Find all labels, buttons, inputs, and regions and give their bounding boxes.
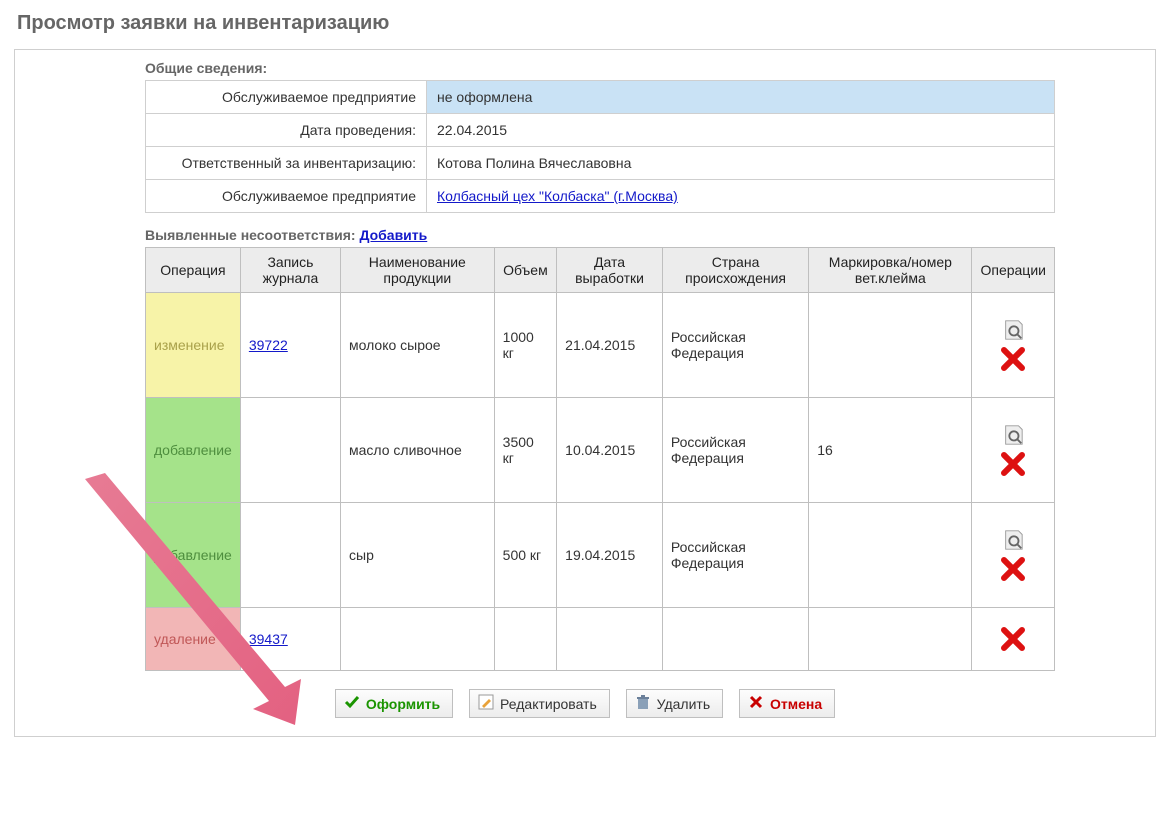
cell-date bbox=[557, 608, 663, 671]
cell-actions bbox=[972, 398, 1055, 503]
add-discrepancy-link[interactable]: Добавить bbox=[359, 227, 427, 243]
cell-marking: 16 bbox=[809, 398, 972, 503]
col-country: Страна происхождения bbox=[662, 248, 808, 293]
x-icon bbox=[748, 694, 764, 713]
delete-row-icon[interactable] bbox=[980, 346, 1046, 372]
cell-product: масло сливочное bbox=[341, 398, 495, 503]
value-date: 22.04.2015 bbox=[427, 114, 1055, 147]
cell-actions bbox=[972, 608, 1055, 671]
cell-actions bbox=[972, 503, 1055, 608]
submit-button[interactable]: Оформить bbox=[335, 689, 453, 718]
label-enterprise: Обслуживаемое предприятие bbox=[146, 81, 427, 114]
discrepancies-table: Операция Запись журнала Наименование про… bbox=[145, 247, 1055, 671]
col-marking: Маркировка/номер вет.клейма bbox=[809, 248, 972, 293]
pencil-icon bbox=[478, 694, 494, 713]
table-row: изменение 39722 молоко сырое1000 кг21.04.2… bbox=[146, 293, 1055, 398]
table-row: добавление сыр500 кг19.04.2015Российская … bbox=[146, 503, 1055, 608]
value-enterprise2: Колбасный цех "Колбаска" (г.Москва) bbox=[427, 180, 1055, 213]
cancel-button[interactable]: Отмена bbox=[739, 689, 835, 718]
col-product: Наименование продукции bbox=[341, 248, 495, 293]
journal-link[interactable]: 39437 bbox=[249, 631, 288, 647]
label-responsible: Ответственный за инвентаризацию: bbox=[146, 147, 427, 180]
cell-marking bbox=[809, 503, 972, 608]
submit-label: Оформить bbox=[366, 696, 440, 712]
delete-button[interactable]: Удалить bbox=[626, 689, 723, 718]
col-operation: Операция bbox=[146, 248, 241, 293]
cell-volume: 3500 кг bbox=[494, 398, 557, 503]
view-icon[interactable] bbox=[1002, 423, 1024, 447]
label-date: Дата проведения: bbox=[146, 114, 427, 147]
cell-date: 19.04.2015 bbox=[557, 503, 663, 608]
check-icon bbox=[344, 694, 360, 713]
general-info-table: Обслуживаемое предприятие не оформлена Д… bbox=[145, 80, 1055, 213]
button-bar: Оформить Редактировать Удалить Отмена bbox=[25, 689, 1145, 718]
col-actions: Операции bbox=[972, 248, 1055, 293]
delete-row-icon[interactable] bbox=[980, 556, 1046, 582]
delete-row-icon[interactable] bbox=[980, 451, 1046, 477]
cell-product bbox=[341, 608, 495, 671]
general-header: Общие сведения: bbox=[145, 60, 1145, 76]
label-enterprise2: Обслуживаемое предприятие bbox=[146, 180, 427, 213]
cell-date: 21.04.2015 bbox=[557, 293, 663, 398]
page-title: Просмотр заявки на инвентаризацию bbox=[17, 12, 1150, 35]
edit-label: Редактировать bbox=[500, 696, 597, 712]
table-row: удаление 39437 bbox=[146, 608, 1055, 671]
cell-journal: 39437 bbox=[240, 608, 340, 671]
cell-country: Российская Федерация bbox=[662, 398, 808, 503]
discrepancies-header-text: Выявленные несоответствия: bbox=[145, 227, 356, 243]
cell-product: молоко сырое bbox=[341, 293, 495, 398]
edit-button[interactable]: Редактировать bbox=[469, 689, 610, 718]
value-responsible: Котова Полина Вячеславовна bbox=[427, 147, 1055, 180]
cell-journal bbox=[240, 503, 340, 608]
cell-journal bbox=[240, 398, 340, 503]
cell-marking bbox=[809, 293, 972, 398]
delete-label: Удалить bbox=[657, 696, 710, 712]
journal-link[interactable]: 39722 bbox=[249, 337, 288, 353]
cell-country: Российская Федерация bbox=[662, 293, 808, 398]
cell-journal: 39722 bbox=[240, 293, 340, 398]
col-volume: Объем bbox=[494, 248, 557, 293]
col-journal: Запись журнала bbox=[240, 248, 340, 293]
cell-volume bbox=[494, 608, 557, 671]
cell-operation: добавление bbox=[146, 503, 241, 608]
cancel-label: Отмена bbox=[770, 696, 822, 712]
cell-operation: добавление bbox=[146, 398, 241, 503]
table-row: добавление масло сливочное3500 кг10.04.20… bbox=[146, 398, 1055, 503]
col-proddate: Дата выработки bbox=[557, 248, 663, 293]
cell-operation: удаление bbox=[146, 608, 241, 671]
cell-date: 10.04.2015 bbox=[557, 398, 663, 503]
cell-country bbox=[662, 608, 808, 671]
cell-actions bbox=[972, 293, 1055, 398]
trash-icon bbox=[635, 694, 651, 713]
cell-volume: 1000 кг bbox=[494, 293, 557, 398]
view-icon[interactable] bbox=[1002, 318, 1024, 342]
cell-product: сыр bbox=[341, 503, 495, 608]
view-icon[interactable] bbox=[1002, 528, 1024, 552]
cell-country: Российская Федерация bbox=[662, 503, 808, 608]
value-enterprise: не оформлена bbox=[427, 81, 1055, 114]
delete-row-icon[interactable] bbox=[980, 626, 1046, 652]
discrepancies-header: Выявленные несоответствия: Добавить bbox=[145, 227, 1145, 243]
cell-marking bbox=[809, 608, 972, 671]
enterprise-link[interactable]: Колбасный цех "Колбаска" (г.Москва) bbox=[437, 188, 678, 204]
cell-volume: 500 кг bbox=[494, 503, 557, 608]
main-panel: Общие сведения: Обслуживаемое предприяти… bbox=[14, 49, 1156, 737]
cell-operation: изменение bbox=[146, 293, 241, 398]
